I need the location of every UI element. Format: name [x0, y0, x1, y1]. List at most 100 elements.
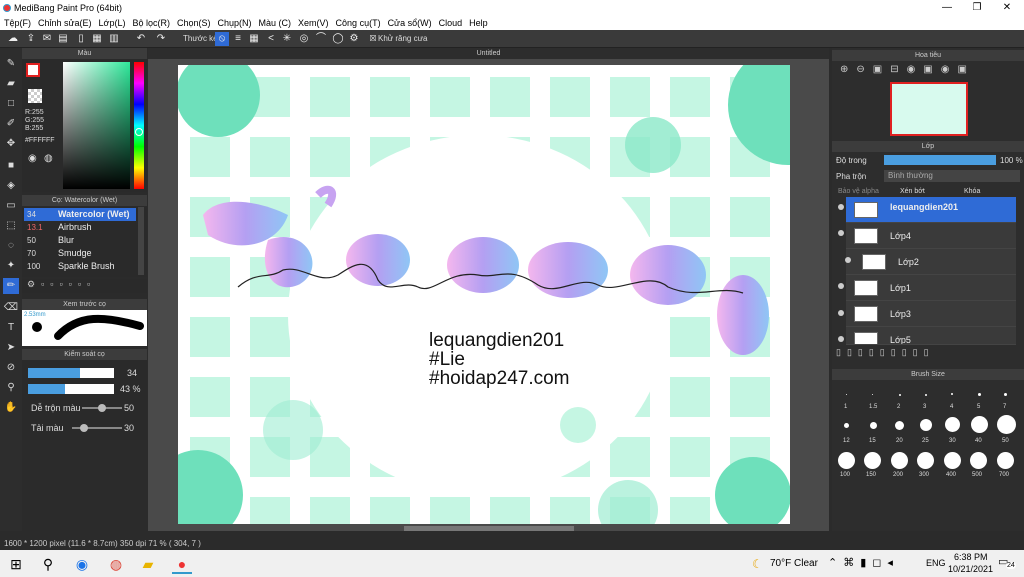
share-icon[interactable]: ⇪ — [24, 32, 38, 46]
brush-item[interactable]: 50 Blur — [24, 234, 136, 247]
eye-icon[interactable] — [838, 310, 844, 316]
menu-color[interactable]: Màu (C) — [259, 16, 292, 30]
page-icon[interactable]: ▯ — [74, 32, 88, 46]
menu-layer[interactable]: Lớp(L) — [99, 16, 126, 30]
brush-scrollbar[interactable] — [138, 207, 144, 275]
layer-row[interactable]: Lớp5 — [846, 327, 1016, 345]
vanish-guide-icon[interactable]: < — [264, 32, 278, 46]
magic-wand-icon[interactable]: ✦ — [3, 258, 19, 274]
weather-text[interactable]: 70°F Clear — [770, 558, 818, 569]
select-icon[interactable]: ⬚ — [3, 218, 19, 234]
document-tab[interactable]: Untitled — [148, 48, 829, 59]
cross-guide-icon[interactable]: ▦ — [247, 32, 261, 46]
chrome-icon[interactable]: ◍ — [106, 554, 126, 574]
saturation-value-picker[interactable] — [63, 62, 130, 189]
menu-edit[interactable]: Chỉnh sửa(E) — [38, 16, 92, 30]
divide-icon[interactable]: ⊘ — [3, 360, 19, 376]
brush-actions[interactable]: ⚙▫▫▫▫▫▫ — [22, 279, 147, 293]
eraser-icon[interactable]: ▰ — [3, 76, 19, 92]
chat-icon[interactable]: ▤ — [56, 32, 70, 46]
layout-icon[interactable]: ▥ — [107, 32, 121, 46]
move-icon[interactable]: ✥ — [3, 136, 19, 152]
ellipse-guide-icon[interactable]: ◯ — [331, 32, 345, 46]
protect-alpha[interactable]: Bảo vệ alpha — [838, 188, 879, 195]
hand-icon[interactable]: ✋ — [3, 400, 19, 416]
palette-add-icon[interactable]: ◍ — [44, 153, 53, 164]
operation-icon[interactable]: ➤ — [3, 340, 19, 356]
navigator-tools[interactable]: ⊕⊖▣⊟◉▣◉▣ — [836, 64, 1020, 78]
primary-color-swatch[interactable] — [26, 63, 40, 77]
pen-icon[interactable]: ✐ — [3, 116, 19, 132]
lock[interactable]: Khóa — [964, 188, 980, 195]
select-eraser-icon[interactable]: ⌫ — [3, 300, 19, 316]
layer-row[interactable]: Lớp4 — [846, 223, 1016, 249]
eye-icon[interactable] — [845, 257, 851, 263]
redo-icon[interactable]: ↷ — [154, 32, 168, 46]
close-icon[interactable]: ✕ — [1000, 2, 1014, 13]
menu-snap[interactable]: Chụp(N) — [218, 16, 252, 30]
menu-file[interactable]: Tệp(F) — [4, 16, 31, 30]
maximize-icon[interactable]: ❐ — [970, 2, 984, 13]
brush-item[interactable]: 13.1 Airbrush — [24, 221, 136, 234]
clipping[interactable]: Xén bớt — [900, 188, 925, 195]
fill-rect-icon[interactable]: ■ — [3, 158, 19, 174]
brush-item[interactable]: 70 Smudge — [24, 247, 136, 260]
curve-guide-icon[interactable]: ⌒ — [314, 32, 328, 46]
brush-icon[interactable]: ✎ — [3, 56, 19, 72]
navigator-thumbnail[interactable] — [890, 82, 968, 136]
medibang-taskbar-icon[interactable]: ● — [172, 554, 192, 574]
horizontal-scrollbar[interactable] — [404, 526, 574, 531]
selection-pen-icon[interactable]: ✏ — [3, 278, 19, 294]
brush-item[interactable]: 34 Watercolor (Wet) — [24, 208, 136, 221]
palette-icon[interactable]: ◉ — [28, 153, 37, 164]
text-icon[interactable]: T — [3, 320, 19, 336]
eye-icon[interactable] — [838, 230, 844, 236]
folder-icon[interactable]: ▰ — [138, 554, 158, 574]
lasso-icon[interactable]: ◌ — [3, 238, 19, 254]
hue-slider[interactable] — [134, 62, 144, 189]
canvas[interactable]: lequangdien201 #Lie #hoidap247.com — [178, 65, 790, 524]
gradient-icon[interactable]: ▭ — [3, 198, 19, 214]
comment-icon[interactable]: ✉ — [40, 32, 54, 46]
menu-filter[interactable]: Bộ lọc(R) — [132, 16, 170, 30]
no-guide-icon[interactable]: ⦸ — [215, 32, 229, 46]
menu-window[interactable]: Cửa sổ(W) — [388, 16, 432, 30]
menu-select[interactable]: Chọn(S) — [177, 16, 211, 30]
menu-tools[interactable]: Công cụ(T) — [336, 16, 381, 30]
opacity-slider[interactable] — [28, 384, 114, 394]
eye-icon[interactable] — [838, 283, 844, 289]
dot-icon[interactable]: □ — [3, 96, 19, 112]
layer-row[interactable]: Lớp1 — [846, 275, 1016, 301]
secondary-color-swatch[interactable] — [28, 89, 42, 103]
menu-view[interactable]: Xem(V) — [298, 16, 329, 30]
settings-guide-icon[interactable]: ⚙ — [347, 32, 361, 46]
brush-item[interactable]: 100 Sparkle Brush — [24, 260, 136, 273]
search-icon[interactable]: ⚲ — [38, 554, 58, 574]
eye-icon[interactable] — [838, 204, 844, 210]
layer-row[interactable]: lequangdien201 — [846, 197, 1016, 223]
windows-start-icon[interactable]: ⊞ — [6, 554, 26, 574]
reload-handle[interactable] — [80, 424, 88, 432]
layer-actions[interactable]: ▯▯▯▯▯▯▯▯▯ — [836, 347, 1020, 361]
radial-guide-icon[interactable]: ✳ — [280, 32, 294, 46]
blend-mode-select[interactable]: Bình thường — [884, 170, 1020, 182]
parallel-guide-icon[interactable]: ≡ — [231, 32, 245, 46]
undo-icon[interactable]: ↶ — [134, 32, 148, 46]
clock-date[interactable]: 10/21/2021 — [948, 564, 993, 574]
circle-guide-icon[interactable]: ◎ — [297, 32, 311, 46]
eyedropper-icon[interactable]: ⚲ — [3, 380, 19, 396]
edge-icon[interactable]: ◉ — [72, 554, 92, 574]
clock-time[interactable]: 6:38 PM — [954, 552, 988, 562]
blend-handle[interactable] — [98, 404, 106, 412]
lang-indicator[interactable]: ENG — [926, 558, 946, 568]
eye-icon[interactable] — [838, 336, 844, 342]
grid-icon[interactable]: ▦ — [90, 32, 104, 46]
menu-help[interactable]: Help — [469, 16, 488, 30]
layer-row[interactable]: Lớp3 — [846, 301, 1016, 327]
bucket-icon[interactable]: ◈ — [3, 178, 19, 194]
cloud-icon[interactable]: ☁ — [6, 32, 20, 46]
menu-cloud[interactable]: Cloud — [439, 16, 463, 30]
hue-handle[interactable] — [135, 128, 143, 136]
minimize-icon[interactable]: — — [940, 2, 954, 13]
layer-row[interactable]: Lớp2 — [846, 249, 1016, 275]
